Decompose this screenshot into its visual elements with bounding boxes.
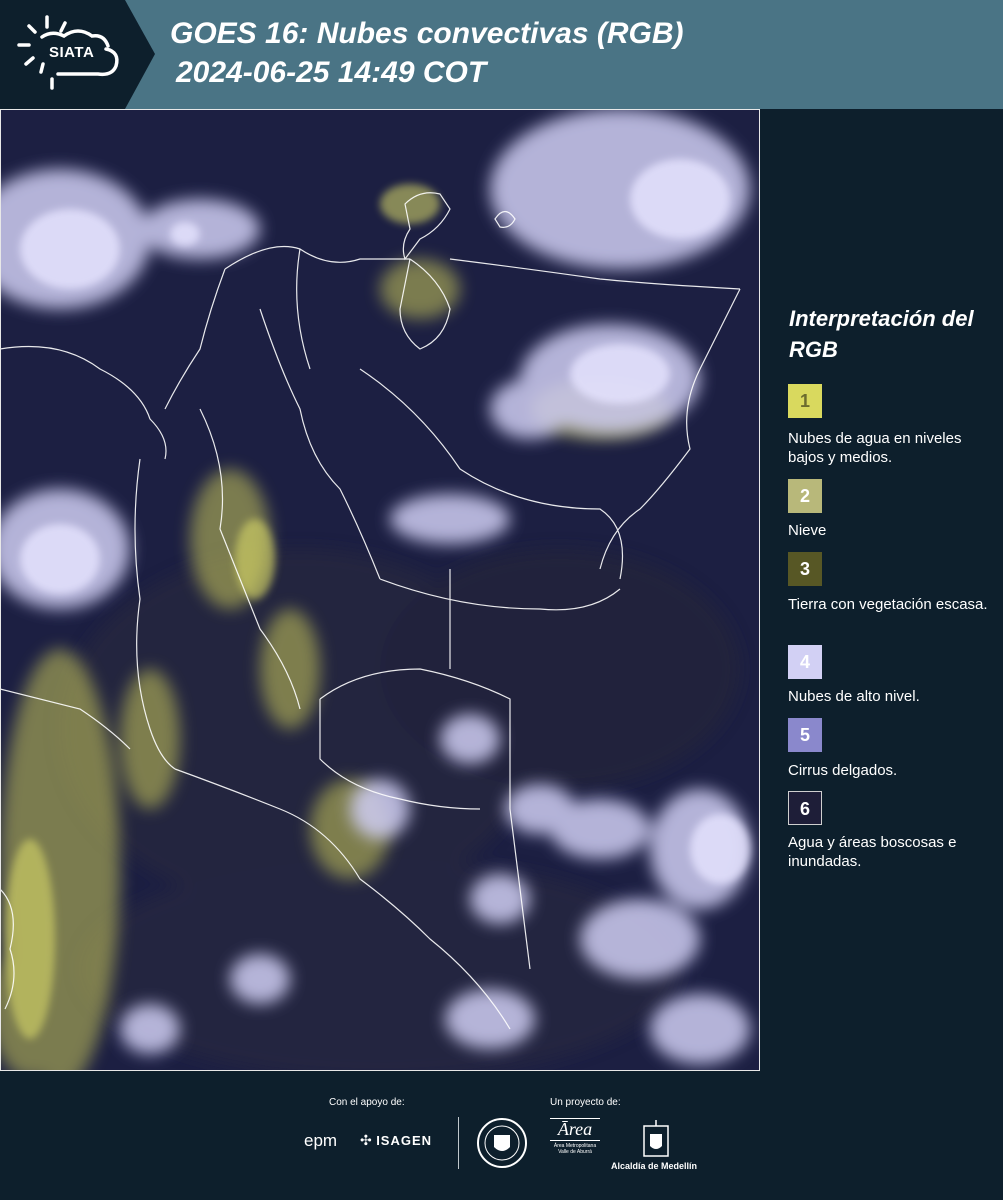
alcaldia-building-icon: [643, 1120, 669, 1157]
medellin-seal-icon: [477, 1118, 527, 1168]
footer-separator: [458, 1117, 459, 1169]
isagen-logo-text: ISAGEN: [376, 1133, 433, 1148]
page-timestamp: 2024-06-25 14:49 COT: [176, 56, 487, 89]
siata-logo-text: SIATA: [49, 44, 95, 61]
page-title: GOES 16: Nubes convectivas (RGB): [170, 17, 684, 50]
legend-label-2: Nieve: [788, 522, 827, 539]
satellite-image: [0, 109, 760, 1071]
alcaldia-logo-text: Alcaldía de Medellín: [611, 1161, 698, 1171]
area-metropolitana-logo: Ārea Área Metropolitana Valle de Aburrá: [550, 1118, 600, 1170]
legend-swatch-4: 4: [788, 645, 822, 679]
legend-label-3: Tierra con vegetación escasa.: [788, 596, 988, 613]
legend-swatch-2: 2: [788, 479, 822, 513]
epm-logo: epm: [304, 1131, 338, 1150]
siata-logo: SIATA: [0, 0, 155, 109]
isagen-icon: ✣: [360, 1132, 372, 1148]
satellite-map[interactable]: [0, 109, 760, 1071]
support-label: Con el apoyo de:: [329, 1097, 405, 1108]
legend-label-4: Nubes de alto nivel.: [788, 688, 920, 705]
isagen-logo: ✣ ISAGEN: [360, 1132, 432, 1150]
legend-label-5: Cirrus delgados.: [788, 762, 898, 779]
area-metropolitana-text: Área Metropolitana Valle de Aburrá: [553, 1143, 597, 1155]
legend-swatch-5: 5: [788, 718, 822, 752]
legend-swatch-6: 6: [788, 791, 822, 825]
legend-label-1: Nubes de agua en niveles bajos y medios.: [788, 430, 962, 466]
legend-label-6: Agua y áreas boscosas e inundadas.: [788, 834, 957, 870]
area-logo-mark: Ārea: [550, 1118, 600, 1141]
legend-swatch-1: 1: [788, 384, 822, 418]
header-bar: SIATA GOES 16: Nubes convectivas (RGB) 2…: [0, 0, 1003, 109]
project-label: Un proyecto de:: [550, 1097, 621, 1108]
legend-swatch-3: 3: [788, 552, 822, 586]
legend-panel: [760, 109, 1003, 1071]
legend-title: Interpretación del RGB: [789, 306, 974, 362]
